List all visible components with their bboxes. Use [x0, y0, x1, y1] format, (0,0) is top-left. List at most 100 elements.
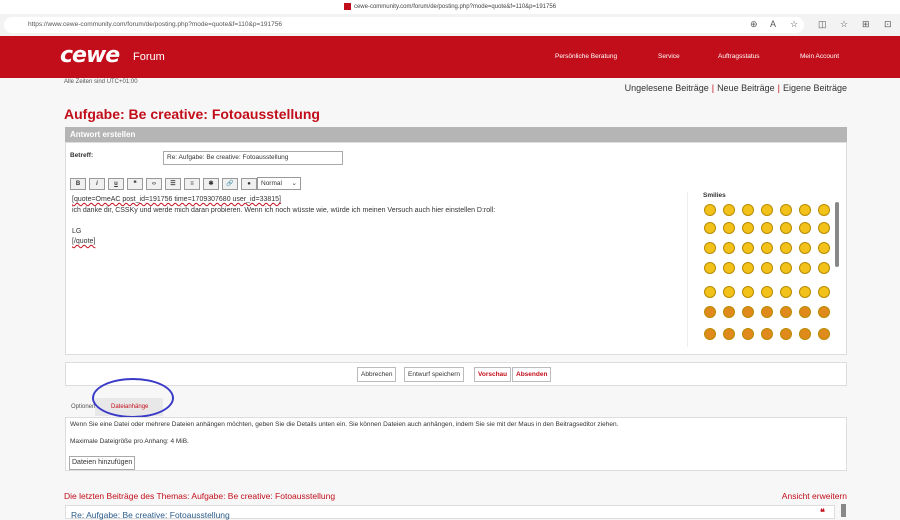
smiley-icon[interactable]: [742, 204, 754, 216]
smiley-icon[interactable]: [723, 328, 735, 340]
smiley-icon[interactable]: [818, 328, 830, 340]
underline-button[interactable]: u: [108, 178, 124, 190]
link-unread[interactable]: Ungelesene Beiträge: [625, 83, 709, 93]
smiley-icon[interactable]: [818, 242, 830, 254]
italic-button[interactable]: i: [89, 178, 105, 190]
smiley-icon[interactable]: [818, 262, 830, 274]
smiley-icon[interactable]: [761, 262, 773, 274]
forum-label[interactable]: Forum: [133, 51, 165, 63]
nav-auftragsstatus[interactable]: Auftragsstatus: [718, 53, 760, 60]
smiley-icon[interactable]: [780, 306, 792, 318]
zoom-icon[interactable]: ⊕: [750, 19, 758, 30]
smiley-icon[interactable]: [742, 222, 754, 234]
smiley-icon[interactable]: [742, 242, 754, 254]
smiley-icon[interactable]: [799, 328, 811, 340]
smiley-icon[interactable]: [780, 262, 792, 274]
add-files-button[interactable]: Dateien hinzufügen: [69, 456, 136, 470]
tab-options[interactable]: Optionen: [71, 404, 95, 410]
smiley-icon[interactable]: [704, 262, 716, 274]
smiley-icon[interactable]: [780, 286, 792, 298]
list-button[interactable]: ☰: [165, 178, 181, 190]
nav-beratung[interactable]: Persönliche Beratung: [555, 53, 617, 60]
smiley-icon[interactable]: [799, 204, 811, 216]
collections-icon[interactable]: ⊞: [862, 19, 870, 30]
cancel-button[interactable]: Abbrechen: [357, 367, 397, 382]
code-button[interactable]: ‹›: [146, 178, 162, 190]
link-new[interactable]: Neue Beiträge: [717, 83, 775, 93]
bold-button[interactable]: B: [70, 178, 86, 190]
smiley-icon[interactable]: [704, 204, 716, 216]
color-button[interactable]: ●: [241, 178, 257, 190]
favorite-star-icon[interactable]: ☆: [790, 19, 798, 30]
nav-account[interactable]: Mein Account: [800, 53, 839, 60]
smiley-icon[interactable]: [818, 286, 830, 298]
max-file-size: Maximale Dateigröße pro Anhang: 4 MiB.: [70, 438, 189, 445]
ordered-list-button[interactable]: ≡: [184, 178, 200, 190]
smiley-icon[interactable]: [723, 286, 735, 298]
extensions-icon[interactable]: ⊡: [884, 19, 892, 30]
smiley-icon[interactable]: [742, 306, 754, 318]
annotation-circle: [92, 378, 174, 418]
smilies-label: Smilies: [703, 192, 726, 199]
smiley-icon[interactable]: [704, 286, 716, 298]
smiley-icon[interactable]: [818, 306, 830, 318]
smiley-icon[interactable]: [780, 328, 792, 340]
smiley-icon[interactable]: [704, 306, 716, 318]
smiley-icon[interactable]: [799, 222, 811, 234]
smiley-icon[interactable]: [723, 222, 735, 234]
smiley-icon[interactable]: [799, 262, 811, 274]
list-item-button[interactable]: ✱: [203, 178, 219, 190]
favorites-icon[interactable]: ☆: [840, 19, 848, 30]
editor-line: LG: [72, 227, 82, 235]
preview-button[interactable]: Vorschau: [474, 367, 512, 382]
smiley-icon[interactable]: [723, 306, 735, 318]
smiley-icon[interactable]: [723, 204, 735, 216]
tab-title: cewe-community.com/forum/de/posting.php?…: [353, 4, 557, 10]
smiley-icon[interactable]: [742, 286, 754, 298]
split-screen-icon[interactable]: ◫: [818, 19, 827, 30]
smiley-icon[interactable]: [761, 222, 773, 234]
subject-input[interactable]: Re: Aufgabe: Be creative: Fotoausstellun…: [163, 151, 343, 165]
submit-button[interactable]: Absenden: [512, 367, 552, 382]
smiley-icon[interactable]: [761, 242, 773, 254]
smiley-icon[interactable]: [818, 222, 830, 234]
link-button[interactable]: 🔗: [222, 178, 238, 190]
posts-scrollbar[interactable]: [841, 504, 846, 517]
smiley-icon[interactable]: [818, 204, 830, 216]
smiley-icon[interactable]: [761, 286, 773, 298]
font-size-select[interactable]: Normal ⌄: [257, 177, 301, 190]
smiley-icon[interactable]: [723, 262, 735, 274]
smiley-icon[interactable]: [761, 306, 773, 318]
smiley-icon[interactable]: [799, 242, 811, 254]
smiley-icon[interactable]: [742, 328, 754, 340]
smiley-icon[interactable]: [780, 222, 792, 234]
smiley-icon[interactable]: [761, 328, 773, 340]
quote-icon[interactable]: ❝: [820, 507, 825, 518]
expand-view-link[interactable]: Ansicht erweitern: [782, 491, 847, 501]
post-title[interactable]: Re: Aufgabe: Be creative: Fotoausstellun…: [71, 510, 230, 520]
smiley-icon[interactable]: [799, 286, 811, 298]
quote-button[interactable]: ❝: [127, 178, 143, 190]
smiley-icon[interactable]: [780, 242, 792, 254]
link-own[interactable]: Eigene Beiträge: [783, 83, 847, 93]
nav-service[interactable]: Service: [658, 53, 680, 60]
smiley-icon[interactable]: [742, 262, 754, 274]
message-editor[interactable]: [quote=OmeAC post_id=191756 time=1709307…: [68, 192, 688, 347]
smiley-icon[interactable]: [780, 204, 792, 216]
chevron-down-icon: ⌄: [291, 180, 297, 187]
subject-label: Betreff:: [70, 152, 94, 159]
page-title[interactable]: Aufgabe: Be creative: Fotoausstellung: [64, 106, 320, 122]
smilies-scrollbar[interactable]: [835, 202, 839, 267]
smiley-icon[interactable]: [761, 204, 773, 216]
form-heading: Antwort erstellen: [65, 127, 847, 142]
smiley-icon[interactable]: [704, 242, 716, 254]
save-draft-button[interactable]: Entwurf speichern: [404, 367, 465, 382]
read-aloud-icon[interactable]: A: [770, 19, 776, 29]
smiley-icon[interactable]: [799, 306, 811, 318]
smiley-icon[interactable]: [723, 242, 735, 254]
url-input[interactable]: https://www.cewe-community.com/forum/de/…: [4, 17, 804, 33]
smiley-icon[interactable]: [704, 328, 716, 340]
cewe-logo[interactable]: cewe: [60, 43, 120, 68]
smiley-icon[interactable]: [704, 222, 716, 234]
